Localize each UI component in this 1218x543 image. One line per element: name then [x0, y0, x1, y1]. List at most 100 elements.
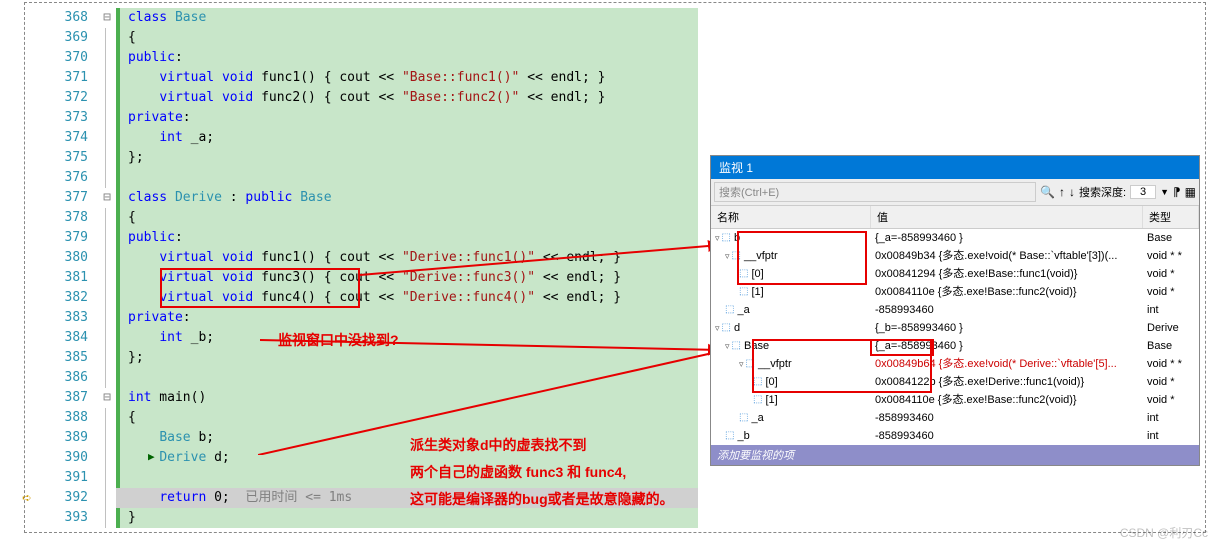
watch-row[interactable]: ▿⬚__vfptr0x00849b64 {多态.exe!void(* Deriv…	[711, 355, 1199, 373]
watch-row[interactable]: ▿⬚__vfptr0x00849b34 {多态.exe!void(* Base:…	[711, 247, 1199, 265]
cube-icon: ⬚	[732, 247, 741, 265]
code-line[interactable]: {	[124, 28, 698, 48]
expand-icon[interactable]: ▿	[739, 355, 744, 373]
code-line[interactable]: virtual void func3() { cout << "Derive::…	[124, 268, 698, 288]
code-line[interactable]: virtual void func1() { cout << "Derive::…	[124, 248, 698, 268]
annotation-explanation-2: 两个自己的虚函数 func3 和 func4,	[410, 462, 626, 482]
code-line[interactable]	[124, 368, 698, 388]
code-line[interactable]: int _b;	[124, 328, 698, 348]
watch-row[interactable]: ⬚_a-858993460int	[711, 409, 1199, 427]
watch-row[interactable]: ⬚[1]0x0084110e {多态.exe!Base::func2(void)…	[711, 391, 1199, 409]
col-value[interactable]: 值	[871, 206, 1143, 228]
watch-type: void * *	[1143, 247, 1199, 265]
watch-row[interactable]: ▿⬚b{_a=-858993460 }Base	[711, 229, 1199, 247]
watch-type: void *	[1143, 391, 1199, 409]
watch-columns: 名称 值 类型	[711, 206, 1199, 229]
fold-bar	[105, 428, 116, 448]
watch-row[interactable]: ▿⬚Base{_a=-858993460 }Base	[711, 337, 1199, 355]
prev-icon[interactable]: ↑	[1059, 185, 1065, 199]
depth-input[interactable]	[1130, 185, 1156, 199]
code-area[interactable]: class Base{public: virtual void func1() …	[116, 8, 698, 528]
code-line[interactable]: private:	[124, 308, 698, 328]
watch-type: void *	[1143, 265, 1199, 283]
watch-footer[interactable]: 添加要监视的项	[711, 445, 1199, 465]
code-line[interactable]: class Derive : public Base	[124, 188, 698, 208]
fold-bar	[105, 28, 116, 48]
expand-icon[interactable]: ▿	[725, 247, 730, 265]
watch-type: Base	[1143, 229, 1199, 247]
watch-body: ▿⬚b{_a=-858993460 }Base▿⬚__vfptr0x00849b…	[711, 229, 1199, 445]
code-line[interactable]: {	[124, 408, 698, 428]
fold-bar	[105, 408, 116, 428]
code-line[interactable]: private:	[124, 108, 698, 128]
expand-icon[interactable]: ▿	[715, 229, 720, 247]
code-line[interactable]: class Base	[124, 8, 698, 28]
watch-value: {_a=-858993460 }	[871, 337, 1143, 355]
code-line[interactable]: int main()	[124, 388, 698, 408]
code-line[interactable]	[124, 168, 698, 188]
fold-toggle[interactable]: ⊟	[98, 388, 116, 408]
watch-name: _b	[737, 427, 749, 445]
watch-toolbar: 搜索(Ctrl+E) 🔍 ↑ ↓ 搜索深度: ▼ ⁋ ▦	[711, 179, 1199, 206]
next-icon[interactable]: ↓	[1069, 185, 1075, 199]
watch-type: Derive	[1143, 319, 1199, 337]
watch-name: b	[734, 229, 740, 247]
watch-value: 0x00849b64 {多态.exe!void(* Derive::`vftab…	[871, 355, 1143, 373]
fold-toggle[interactable]: ⊟	[98, 8, 116, 28]
code-line[interactable]: virtual void func2() { cout << "Base::fu…	[124, 88, 698, 108]
cube-icon: ⬚	[753, 373, 762, 391]
line-number: 387	[38, 388, 88, 408]
watch-row[interactable]: ⬚_b-858993460int	[711, 427, 1199, 445]
fold-bar	[105, 248, 116, 268]
watch-row[interactable]: ⬚[0]0x0084122b {多态.exe!Derive::func1(voi…	[711, 373, 1199, 391]
code-line[interactable]: };	[124, 148, 698, 168]
cube-icon: ⬚	[725, 427, 734, 445]
col-type[interactable]: 类型	[1143, 206, 1199, 228]
line-number: 378	[38, 208, 88, 228]
cube-icon: ⬚	[739, 265, 748, 283]
watch-row[interactable]: ▿⬚d{_b=-858993460 }Derive	[711, 319, 1199, 337]
toolbar-icon[interactable]: ⁋	[1173, 185, 1181, 199]
code-line[interactable]: int _a;	[124, 128, 698, 148]
cube-icon: ⬚	[739, 409, 748, 427]
line-number: 381	[38, 268, 88, 288]
line-number: 390	[38, 448, 88, 468]
code-line[interactable]: }	[124, 508, 698, 528]
toolbar-icon[interactable]: ▦	[1185, 185, 1196, 199]
expand-icon[interactable]: ▿	[725, 337, 730, 355]
fold-bar	[105, 48, 116, 68]
col-name[interactable]: 名称	[711, 206, 871, 228]
cube-icon: ⬚	[725, 301, 734, 319]
watch-row[interactable]: ⬚[1]0x0084110e {多态.exe!Base::func2(void)…	[711, 283, 1199, 301]
watch-row[interactable]: ⬚_a-858993460int	[711, 301, 1199, 319]
fold-bar	[105, 148, 116, 168]
code-line[interactable]: virtual void func1() { cout << "Base::fu…	[124, 68, 698, 88]
watch-name: [0]	[751, 265, 763, 283]
fold-bar	[105, 508, 116, 528]
code-line[interactable]: virtual void func4() { cout << "Derive::…	[124, 288, 698, 308]
fold-bar	[105, 88, 116, 108]
watch-search-input[interactable]: 搜索(Ctrl+E)	[714, 182, 1036, 202]
search-icon[interactable]: 🔍	[1040, 185, 1055, 199]
expand-icon[interactable]: ▿	[715, 319, 720, 337]
current-line-arrow-icon: ➪	[22, 488, 32, 507]
code-line[interactable]: {	[124, 208, 698, 228]
annotation-explanation-3: 这可能是编译器的bug或者是故意隐藏的。	[410, 489, 674, 509]
line-number: 393	[38, 508, 88, 528]
code-line[interactable]: public:	[124, 228, 698, 248]
watch-name: __vfptr	[744, 247, 778, 265]
line-number: 376	[38, 168, 88, 188]
watch-type: Base	[1143, 337, 1199, 355]
watch-type: void *	[1143, 283, 1199, 301]
fold-bar	[105, 368, 116, 388]
code-line[interactable]: };	[124, 348, 698, 368]
watch-type: void *	[1143, 373, 1199, 391]
fold-toggle[interactable]: ⊟	[98, 188, 116, 208]
fold-column[interactable]: ⊟ ⊟ ⊟	[98, 8, 116, 528]
line-number: 372	[38, 88, 88, 108]
code-line[interactable]: public:	[124, 48, 698, 68]
line-number: 370	[38, 48, 88, 68]
line-number: 374	[38, 128, 88, 148]
line-number: 383	[38, 308, 88, 328]
watch-row[interactable]: ⬚[0]0x00841294 {多态.exe!Base::func1(void)…	[711, 265, 1199, 283]
